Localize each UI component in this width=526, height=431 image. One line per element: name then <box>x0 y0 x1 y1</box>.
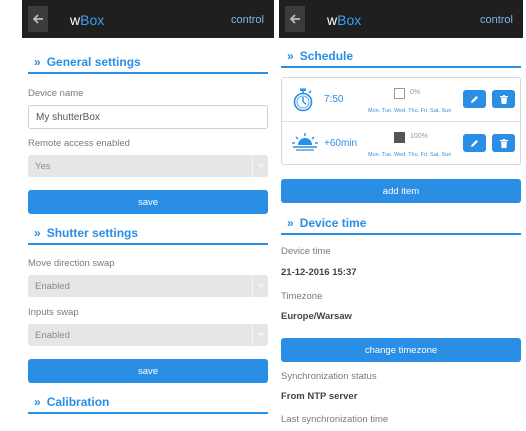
section-header-shutter: » Shutter settings <box>28 223 268 245</box>
section-title: Calibration <box>46 395 110 409</box>
inputs-swap-select[interactable]: Enabled <box>28 324 268 346</box>
remote-access-value: Yes <box>35 160 51 172</box>
brand-suffix: Box <box>337 12 362 28</box>
schedule-days: Mon. Tue. Wed. Thu. Fri. Sat. Sun <box>368 152 452 158</box>
direction-swap-label: Move direction swap <box>28 258 115 269</box>
sunrise-icon <box>292 132 318 159</box>
general-settings-section: » General settings <box>28 52 268 74</box>
brand-logo: wBox <box>327 12 361 28</box>
add-item-button[interactable]: add item <box>281 179 521 203</box>
stopwatch-icon <box>292 88 314 117</box>
schedule-time: +60min <box>324 138 358 149</box>
schedule-position: 0% <box>410 89 421 96</box>
schedule-time: 7:50 <box>324 94 344 105</box>
arrow-left-icon <box>289 14 300 24</box>
last-sync-label: Last synchronization time <box>281 414 389 425</box>
brand-prefix: w <box>327 12 338 28</box>
schedule-position: 100% <box>410 133 428 140</box>
schedule-days: Mon. Tue. Wed. Thu. Fri. Sat. Sun <box>368 108 452 114</box>
top-bar: wBox control <box>22 0 274 38</box>
double-chevron-icon: » <box>34 55 41 69</box>
section-title: Schedule <box>299 49 354 63</box>
calibration-section: » Calibration <box>28 392 268 414</box>
brand-suffix: Box <box>80 12 105 28</box>
position-checkbox[interactable] <box>394 132 405 143</box>
trash-icon <box>499 138 508 148</box>
device-time-section: » Device time <box>281 213 521 235</box>
sync-status-label: Synchronization status <box>281 371 377 382</box>
section-header-calibration: » Calibration <box>28 392 268 414</box>
schedule-section: » Schedule <box>281 46 521 68</box>
schedule-screen: wBox control » Schedule 7:50 0% Mon. Tue… <box>279 0 523 431</box>
section-header-device-time: » Device time <box>281 213 521 235</box>
brand-prefix: w <box>70 12 81 28</box>
direction-swap-value: Enabled <box>35 280 70 292</box>
back-button[interactable] <box>28 6 48 32</box>
schedule-list: 7:50 0% Mon. Tue. Wed. Thu. Fri. Sat. Su… <box>281 77 521 165</box>
pencil-icon <box>471 95 478 103</box>
timezone-value: Europe/Warsaw <box>281 311 352 322</box>
delete-schedule-button[interactable] <box>492 134 515 152</box>
general-settings-screen: wBox control » General settings Device n… <box>22 0 274 431</box>
pencil-icon <box>471 139 478 147</box>
remote-access-label: Remote access enabled <box>28 138 130 149</box>
device-name-input[interactable]: My shutterBox <box>28 105 268 129</box>
chevron-down-icon <box>252 324 268 346</box>
brand-logo: wBox <box>70 12 104 28</box>
top-bar: wBox control <box>279 0 523 38</box>
inputs-swap-label: Inputs swap <box>28 307 79 318</box>
section-title: General settings <box>46 55 141 69</box>
direction-swap-select[interactable]: Enabled <box>28 275 268 297</box>
double-chevron-icon: » <box>34 226 41 240</box>
chevron-down-icon <box>252 155 268 177</box>
double-chevron-icon: » <box>287 216 294 230</box>
section-header-schedule: » Schedule <box>281 46 521 68</box>
double-chevron-icon: » <box>287 49 294 63</box>
sync-status-value: From NTP server <box>281 391 358 402</box>
section-title: Shutter settings <box>46 226 139 240</box>
delete-schedule-button[interactable] <box>492 90 515 108</box>
edit-schedule-button[interactable] <box>463 90 486 108</box>
chevron-down-icon <box>252 275 268 297</box>
schedule-item: 7:50 0% Mon. Tue. Wed. Thu. Fri. Sat. Su… <box>282 78 520 121</box>
timezone-label: Timezone <box>281 291 323 302</box>
device-time-label: Device time <box>281 246 331 257</box>
remote-access-select[interactable]: Yes <box>28 155 268 177</box>
shutter-settings-section: » Shutter settings <box>28 223 268 245</box>
section-header-general: » General settings <box>28 52 268 74</box>
double-chevron-icon: » <box>34 395 41 409</box>
back-button[interactable] <box>285 6 305 32</box>
inputs-swap-value: Enabled <box>35 329 70 341</box>
edit-schedule-button[interactable] <box>463 134 486 152</box>
change-timezone-button[interactable]: change timezone <box>281 338 521 362</box>
section-title: Device time <box>299 216 367 230</box>
general-save-button[interactable]: save <box>28 190 268 214</box>
shutter-save-button[interactable]: save <box>28 359 268 383</box>
control-link[interactable]: control <box>231 14 264 26</box>
device-time-value: 21-12-2016 15:37 <box>281 267 357 278</box>
control-link[interactable]: control <box>480 14 513 26</box>
position-checkbox[interactable] <box>394 88 405 99</box>
schedule-item: +60min 100% Mon. Tue. Wed. Thu. Fri. Sat… <box>282 121 520 164</box>
trash-icon <box>499 94 508 104</box>
device-name-label: Device name <box>28 88 84 99</box>
arrow-left-icon <box>32 14 43 24</box>
